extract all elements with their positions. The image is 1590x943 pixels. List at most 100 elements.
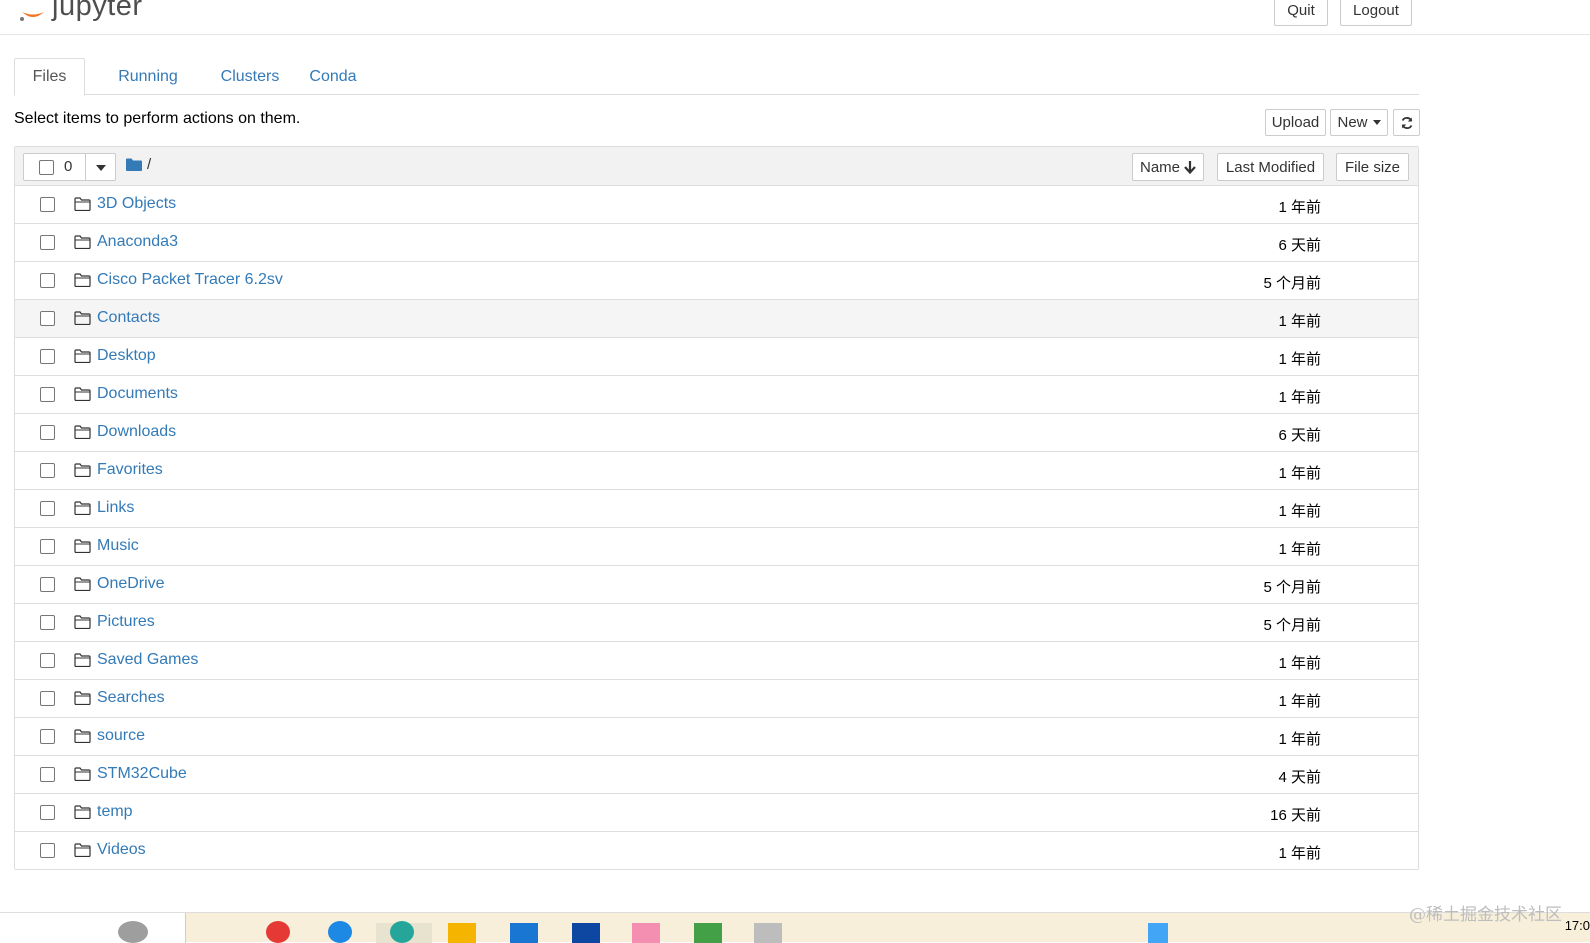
new-dropdown-button[interactable]: New	[1330, 109, 1388, 136]
row-checkbox[interactable]	[40, 501, 55, 516]
file-name-link[interactable]: Anaconda3	[97, 233, 178, 251]
tray-icon[interactable]	[1148, 923, 1168, 943]
refresh-button[interactable]	[1393, 109, 1420, 136]
file-row[interactable]: Music 1 年前	[15, 528, 1418, 566]
row-checkbox[interactable]	[40, 843, 55, 858]
folder-icon	[74, 273, 91, 287]
last-modified: 1 年前	[1278, 693, 1321, 710]
header-bar: jupyter Quit Logout	[0, 0, 1590, 35]
logout-button[interactable]: Logout	[1340, 0, 1412, 26]
last-modified: 1 年前	[1278, 731, 1321, 748]
new-button-label: New	[1337, 114, 1368, 131]
file-name-link[interactable]: Contacts	[97, 309, 160, 327]
row-checkbox[interactable]	[40, 615, 55, 630]
folder-icon	[74, 197, 91, 211]
last-modified: 4 天前	[1278, 769, 1321, 786]
file-name-link[interactable]: OneDrive	[97, 575, 165, 593]
row-checkbox[interactable]	[40, 425, 55, 440]
tab-running[interactable]: Running	[94, 58, 202, 95]
folder-icon	[74, 425, 91, 439]
file-name-link[interactable]: Documents	[97, 385, 178, 403]
sort-by-size-button[interactable]: File size	[1336, 153, 1409, 181]
app-icon[interactable]	[632, 923, 660, 943]
jupyter-logo[interactable]: jupyter	[18, 0, 143, 26]
file-row[interactable]: Videos 1 年前	[15, 832, 1418, 870]
row-checkbox[interactable]	[40, 273, 55, 288]
refresh-icon	[1401, 116, 1412, 129]
sort-by-modified-button[interactable]: Last Modified	[1217, 153, 1324, 181]
row-checkbox[interactable]	[40, 349, 55, 364]
file-name-link[interactable]: Desktop	[97, 347, 156, 365]
file-row[interactable]: Documents 1 年前	[15, 376, 1418, 414]
row-checkbox[interactable]	[40, 235, 55, 250]
file-name-link[interactable]: Searches	[97, 689, 165, 707]
app-icon[interactable]	[754, 923, 782, 943]
file-row[interactable]: temp 16 天前	[15, 794, 1418, 832]
row-checkbox[interactable]	[40, 653, 55, 668]
row-checkbox[interactable]	[40, 197, 55, 212]
last-modified: 1 年前	[1278, 845, 1321, 862]
file-row[interactable]: Links 1 年前	[15, 490, 1418, 528]
file-row[interactable]: Cisco Packet Tracer 6.2sv 5 个月前	[15, 262, 1418, 300]
app-icon[interactable]	[572, 923, 600, 943]
file-explorer-icon[interactable]	[448, 923, 476, 943]
folder-icon	[74, 615, 91, 629]
row-checkbox[interactable]	[40, 463, 55, 478]
file-name-link[interactable]: Cisco Packet Tracer 6.2sv	[97, 271, 283, 289]
folder-icon[interactable]	[126, 158, 142, 171]
row-checkbox[interactable]	[40, 577, 55, 592]
avatar[interactable]	[118, 921, 148, 943]
row-checkbox[interactable]	[40, 729, 55, 744]
upload-button[interactable]: Upload	[1265, 109, 1326, 136]
row-checkbox[interactable]	[40, 691, 55, 706]
sort-by-name-button[interactable]: Name	[1132, 153, 1204, 181]
tab-files[interactable]: Files	[14, 58, 85, 96]
file-name-link[interactable]: Pictures	[97, 613, 155, 631]
taskbar-search-area[interactable]	[0, 913, 186, 943]
breadcrumb-root[interactable]: /	[147, 156, 151, 173]
sort-name-label: Name	[1139, 158, 1180, 176]
edge-icon[interactable]	[328, 921, 352, 943]
browser-icon[interactable]	[266, 921, 290, 943]
file-row[interactable]: Contacts 1 年前	[15, 300, 1418, 338]
row-checkbox[interactable]	[40, 539, 55, 554]
taskbar-clock[interactable]: 17:0	[1565, 918, 1590, 933]
quit-button[interactable]: Quit	[1274, 0, 1328, 26]
row-checkbox[interactable]	[40, 805, 55, 820]
store-icon[interactable]	[510, 923, 538, 943]
file-name-link[interactable]: Favorites	[97, 461, 163, 479]
file-name-link[interactable]: Music	[97, 537, 139, 555]
file-row[interactable]: Searches 1 年前	[15, 680, 1418, 718]
file-name-link[interactable]: source	[97, 727, 145, 745]
row-checkbox[interactable]	[40, 387, 55, 402]
app-icon[interactable]	[694, 923, 722, 943]
file-row[interactable]: Favorites 1 年前	[15, 452, 1418, 490]
row-checkbox[interactable]	[40, 311, 55, 326]
file-name-link[interactable]: Downloads	[97, 423, 176, 441]
file-row[interactable]: source 1 年前	[15, 718, 1418, 756]
tab-conda[interactable]: Conda	[298, 58, 368, 95]
file-row[interactable]: STM32Cube 4 天前	[15, 756, 1418, 794]
file-name-link[interactable]: 3D Objects	[97, 195, 176, 213]
app-icon[interactable]	[390, 921, 414, 943]
folder-icon	[74, 729, 91, 743]
file-row[interactable]: Pictures 5 个月前	[15, 604, 1418, 642]
file-row[interactable]: Anaconda3 6 天前	[15, 224, 1418, 262]
file-name-link[interactable]: temp	[97, 803, 133, 821]
file-row[interactable]: Saved Games 1 年前	[15, 642, 1418, 680]
file-name-link[interactable]: Saved Games	[97, 651, 198, 669]
file-row[interactable]: Desktop 1 年前	[15, 338, 1418, 376]
arrow-down-icon	[1184, 161, 1196, 174]
select-all-checkbox[interactable]	[39, 160, 54, 175]
select-dropdown-caret-icon[interactable]	[96, 165, 106, 171]
breadcrumb: /	[126, 156, 151, 173]
file-row[interactable]: OneDrive 5 个月前	[15, 566, 1418, 604]
select-all-group[interactable]: 0	[23, 153, 116, 181]
tab-clusters[interactable]: Clusters	[202, 58, 298, 95]
file-name-link[interactable]: STM32Cube	[97, 765, 187, 783]
file-row[interactable]: 3D Objects 1 年前	[15, 186, 1418, 224]
file-name-link[interactable]: Links	[97, 499, 134, 517]
file-row[interactable]: Downloads 6 天前	[15, 414, 1418, 452]
row-checkbox[interactable]	[40, 767, 55, 782]
file-name-link[interactable]: Videos	[97, 841, 146, 859]
